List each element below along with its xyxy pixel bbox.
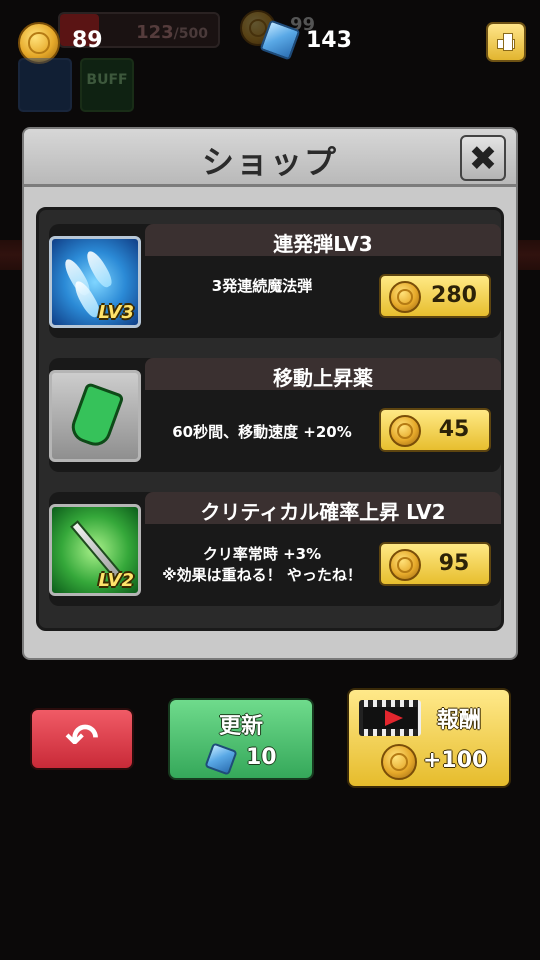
level-badge: LV2 <box>98 570 134 591</box>
shop-item: 連発弾LV3 LV3 3発連続魔法弾 280 <box>49 224 501 338</box>
refresh-cost: 10 <box>246 745 277 770</box>
back-arrow-icon: ↶ <box>65 716 99 762</box>
multishot-icon: LV3 <box>49 236 141 328</box>
play-icon <box>385 710 403 726</box>
item-description: 3発連続魔法弾 <box>149 276 375 297</box>
close-icon: ✖ <box>468 139 498 179</box>
item-description: 60秒間、移動速度 +20% <box>149 422 375 443</box>
shop-header: ショップ ✖ <box>24 129 516 187</box>
buy-button[interactable]: 95 <box>379 542 491 586</box>
close-button[interactable]: ✖ <box>460 135 506 181</box>
film-frame <box>363 707 417 729</box>
shop-dialog: ショップ ✖ 連発弾LV3 LV3 3発連続魔法弾 280 移動上昇薬 60秒間… <box>22 127 518 660</box>
hp-current: 123 <box>136 22 174 43</box>
video-film-icon <box>359 700 421 736</box>
coin-icon <box>381 744 417 780</box>
shop-item: クリティカル確率上昇 LV2 LV2 クリ率常時 +3% ※効果は重ねる！ やっ… <box>49 492 501 606</box>
sword-icon: LV2 <box>49 504 141 596</box>
coin-icon <box>389 415 421 447</box>
desc-line: クリ率常時 +3% <box>202 545 322 563</box>
coin-icon <box>389 281 421 313</box>
reward-label: 報酬 <box>437 708 482 733</box>
price: 280 <box>431 283 477 308</box>
flask <box>67 381 125 451</box>
price: 45 <box>438 417 470 442</box>
top-hud: 123/500 99 89 143 BUFF <box>0 0 540 120</box>
back-button[interactable]: ↶ <box>30 708 134 770</box>
reward-amount: +100 <box>423 748 488 773</box>
desc-line: 3発連続魔法弾 <box>211 277 313 295</box>
desc-line: ※効果は重ねる！ やったね！ <box>162 566 362 584</box>
buff-icon: BUFF <box>80 58 134 112</box>
potion-icon <box>49 370 141 462</box>
desc-line: 60秒間、移動速度 +20% <box>172 423 352 441</box>
add-currency-button[interactable] <box>486 22 526 62</box>
reward-video-button[interactable]: 報酬 +100 <box>347 688 511 788</box>
buy-button[interactable]: 45 <box>379 408 491 452</box>
coin-count: 89 <box>72 28 103 53</box>
item-title: 移動上昇薬 <box>273 366 373 390</box>
coin-icon <box>389 549 421 581</box>
shop-item: 移動上昇薬 60秒間、移動速度 +20% 45 <box>49 358 501 472</box>
hp-text: 123/500 <box>136 22 208 43</box>
level-badge: LV3 <box>98 302 134 323</box>
item-description: クリ率常時 +3% ※効果は重ねる！ やったね！ <box>149 544 375 586</box>
refresh-label: 更新 <box>218 714 263 739</box>
multishot-buff-icon <box>18 58 72 112</box>
hp-max: /500 <box>173 26 208 42</box>
shop-title: ショップ <box>201 143 338 181</box>
buy-button[interactable]: 280 <box>379 274 491 318</box>
buff-label: BUFF <box>86 72 128 88</box>
shop-item-list: 連発弾LV3 LV3 3発連続魔法弾 280 移動上昇薬 60秒間、移動速度 +… <box>36 207 504 631</box>
refresh-button[interactable]: 更新 10 <box>168 698 314 780</box>
gem-count: 143 <box>306 28 352 53</box>
item-title: 連発弾LV3 <box>273 232 373 256</box>
item-title: クリティカル確率上昇 LV2 <box>200 500 446 524</box>
gem-icon <box>204 742 238 776</box>
price: 95 <box>438 551 470 576</box>
